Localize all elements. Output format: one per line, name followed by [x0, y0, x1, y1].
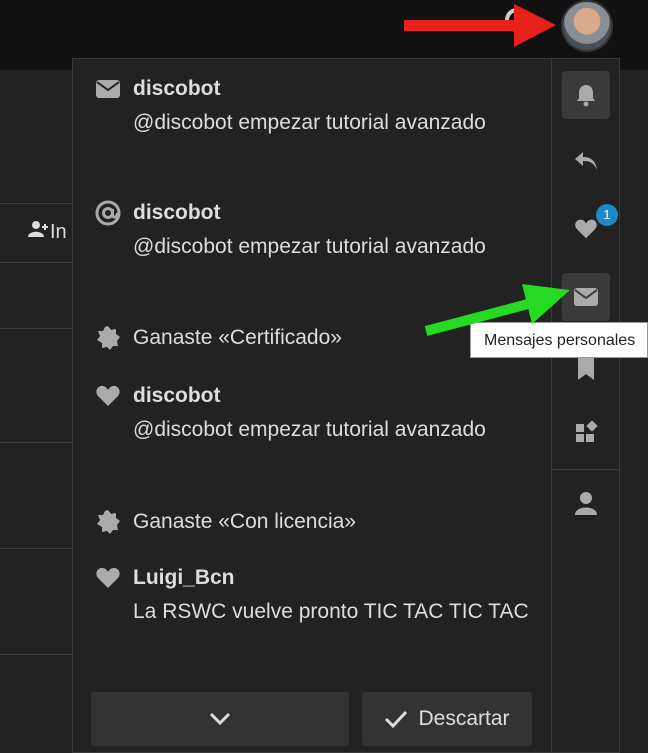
green-arrow-annotation	[424, 284, 570, 336]
annotation-overlay	[404, 4, 570, 336]
red-arrow-annotation	[404, 4, 556, 47]
